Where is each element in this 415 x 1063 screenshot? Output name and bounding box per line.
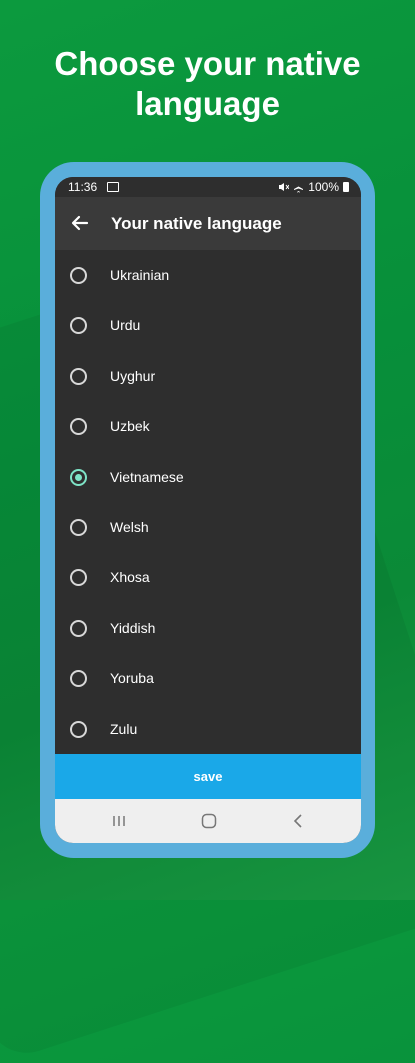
image-notification-icon [107,182,119,192]
mute-icon [279,183,290,191]
language-row[interactable]: Ukrainian [55,250,361,300]
language-row[interactable]: Urdu [55,300,361,350]
radio-button[interactable] [70,670,87,688]
language-row[interactable]: Yiddish [55,603,361,653]
language-label: Yoruba [110,670,154,687]
back-arrow-icon[interactable] [65,208,95,238]
app-bar: Your native language [55,197,361,250]
radio-button[interactable] [70,317,87,335]
language-row[interactable]: Xhosa [55,552,361,602]
app-bar-title: Your native language [111,214,282,233]
radio-button[interactable] [70,569,87,587]
phone-screen: 11:36 100% Your native language Ukrainia… [55,177,361,843]
language-label: Uyghur [110,367,156,384]
radio-button[interactable] [70,267,87,284]
language-label: Vietnamese [110,468,184,485]
battery-icon [343,182,349,192]
radio-button-selected[interactable] [70,468,87,486]
language-row[interactable]: Zulu [55,704,361,754]
airplane-icon [294,182,304,192]
phone-frame: 11:36 100% Your native language Ukrainia… [40,162,375,858]
nav-back-icon[interactable] [290,812,306,830]
language-label: Zulu [110,720,138,737]
system-nav-bar [55,799,361,843]
language-row[interactable]: Yoruba [55,653,361,703]
language-label: Yiddish [110,619,156,636]
language-label: Ukrainian [110,267,170,283]
status-right-group: 100% [278,180,349,194]
language-row[interactable]: Welsh [55,502,361,552]
language-row[interactable]: Uzbek [55,401,361,451]
language-label: Xhosa [110,569,150,586]
language-list: Ukrainian Urdu Uyghur Uzbek Vietnamese W… [55,250,361,754]
language-row[interactable]: Uyghur [55,351,361,401]
status-bar: 11:36 100% [55,177,361,197]
radio-button[interactable] [70,720,87,738]
status-time: 11:36 [68,180,98,194]
language-row[interactable]: Vietnamese [55,452,361,502]
battery-percent: 100% [308,180,339,194]
save-button[interactable]: save [55,754,361,799]
language-label: Welsh [110,518,149,535]
radio-button[interactable] [70,619,87,637]
language-label: Urdu [110,317,141,334]
radio-button[interactable] [70,367,87,385]
promo-headline: Choose your native language [54,45,361,122]
radio-button[interactable] [70,418,87,436]
home-icon[interactable] [200,812,218,830]
language-label: Uzbek [110,418,150,435]
radio-button[interactable] [70,518,87,536]
recent-apps-icon[interactable] [111,813,127,829]
